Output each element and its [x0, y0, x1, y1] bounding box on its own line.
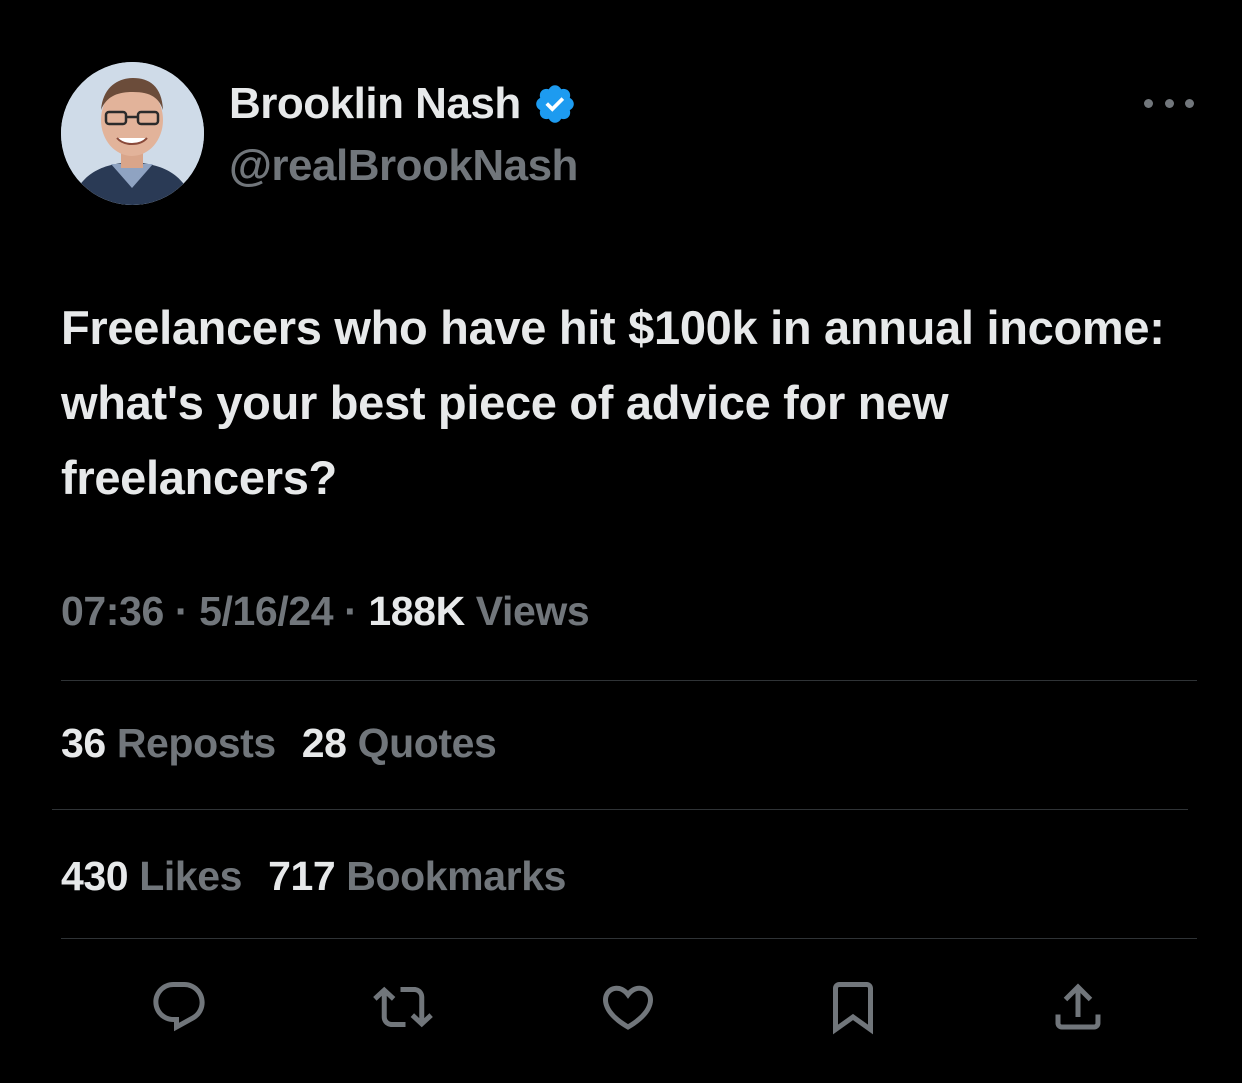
reply-icon: [153, 982, 205, 1032]
tweet-date[interactable]: 5/16/24: [199, 588, 333, 634]
repost-icon: [373, 986, 433, 1028]
share-icon: [1055, 983, 1101, 1030]
like-button[interactable]: [596, 975, 660, 1039]
tweet-actions-bar: [0, 975, 1242, 1039]
more-dot: [1185, 98, 1194, 108]
likes-count: 430: [61, 853, 129, 899]
avatar-photo: [61, 62, 204, 205]
tweet-time[interactable]: 07:36: [61, 588, 164, 634]
quotes-label: Quotes: [357, 720, 497, 766]
bookmark-button[interactable]: [821, 975, 885, 1039]
reposts-label: Reposts: [116, 720, 276, 766]
more-dot: [1144, 98, 1153, 108]
views-count: 188K: [368, 588, 465, 634]
verified-badge-icon: [535, 85, 574, 123]
reposts-count: 36: [61, 720, 106, 766]
likes-label: Likes: [139, 853, 243, 899]
meta-separator: ·: [333, 588, 369, 634]
tweet-text: Freelancers who have hit $100k in annual…: [61, 301, 1165, 504]
meta-separator: ·: [163, 588, 200, 634]
likes-stat[interactable]: 430 Likes: [61, 853, 242, 899]
engagement-stats-row-2: 430 Likes 717 Bookmarks: [61, 853, 566, 900]
reply-button[interactable]: [147, 975, 211, 1039]
author-handle[interactable]: @realBrookNash: [229, 141, 578, 191]
quotes-stat[interactable]: 28 Quotes: [302, 720, 497, 766]
more-dot: [1164, 98, 1174, 108]
divider: [61, 680, 1197, 681]
bookmarks-label: Bookmarks: [346, 853, 566, 899]
divider: [52, 809, 1188, 810]
divider: [61, 938, 1197, 939]
more-options-icon[interactable]: [1144, 88, 1194, 118]
bookmark-icon: [833, 982, 873, 1035]
like-icon: [602, 985, 654, 1030]
engagement-stats-row-1: 36 Reposts 28 Quotes: [61, 720, 497, 767]
author-name-row[interactable]: Brooklin Nash: [229, 78, 577, 130]
avatar[interactable]: [61, 62, 204, 205]
views-label: Views: [475, 588, 590, 634]
quotes-count: 28: [301, 720, 347, 766]
bookmarks-stat[interactable]: 717 Bookmarks: [268, 853, 566, 899]
reposts-stat[interactable]: 36 Reposts: [61, 720, 276, 766]
repost-button[interactable]: [371, 975, 435, 1039]
author-display-name[interactable]: Brooklin Nash: [229, 79, 521, 129]
bookmarks-count: 717: [268, 853, 336, 899]
tweet-meta: 07:36 · 5/16/24 · 188K Views: [61, 588, 590, 635]
share-button[interactable]: [1046, 975, 1110, 1039]
